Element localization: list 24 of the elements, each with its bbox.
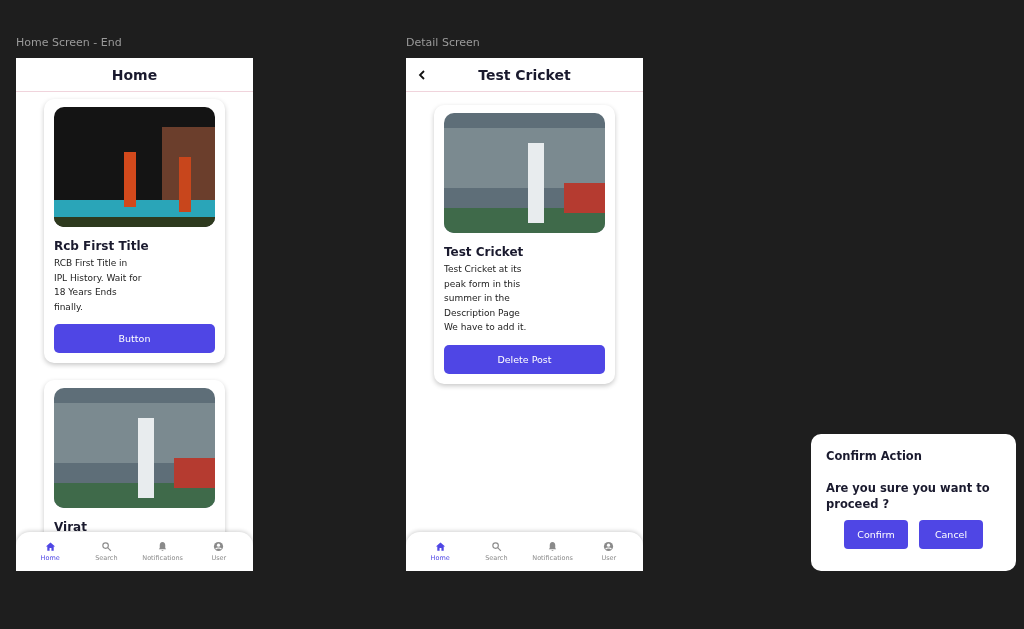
card-button[interactable]: Button <box>54 324 215 353</box>
screen-title: Test Cricket <box>478 66 571 83</box>
post-title: Rcb First Title <box>54 239 150 253</box>
post-title: Virat <box>54 520 88 534</box>
post-description: Test Cricket at its peak form in this summer in the Description Page We have to add it. <box>444 263 528 334</box>
user-icon <box>603 541 615 552</box>
frame-label: Home Screen - End <box>16 36 123 51</box>
home-icon <box>434 541 446 552</box>
search-icon <box>490 541 502 552</box>
bell-icon <box>547 541 559 552</box>
post-description: RCB First Title in IPL History. Wait for 18 Years Ends finally. <box>54 257 142 314</box>
card-button[interactable]: Delete Post <box>444 344 605 374</box>
post-title: Test Cricket <box>444 245 525 259</box>
bell-icon <box>157 541 169 552</box>
dialog-button[interactable]: Confirm <box>844 520 908 549</box>
dialog-message: Are you sure you want to proceed ? <box>826 480 991 512</box>
home-icon <box>44 541 56 552</box>
dialog-title: Confirm Action <box>826 449 923 463</box>
screen-title: Home <box>111 66 158 83</box>
user-icon <box>213 541 225 552</box>
chevron-left-icon <box>418 70 426 80</box>
frame-label: Detail Screen <box>406 36 481 51</box>
search-icon <box>100 541 112 552</box>
dialog-button[interactable]: Cancel <box>919 520 983 549</box>
